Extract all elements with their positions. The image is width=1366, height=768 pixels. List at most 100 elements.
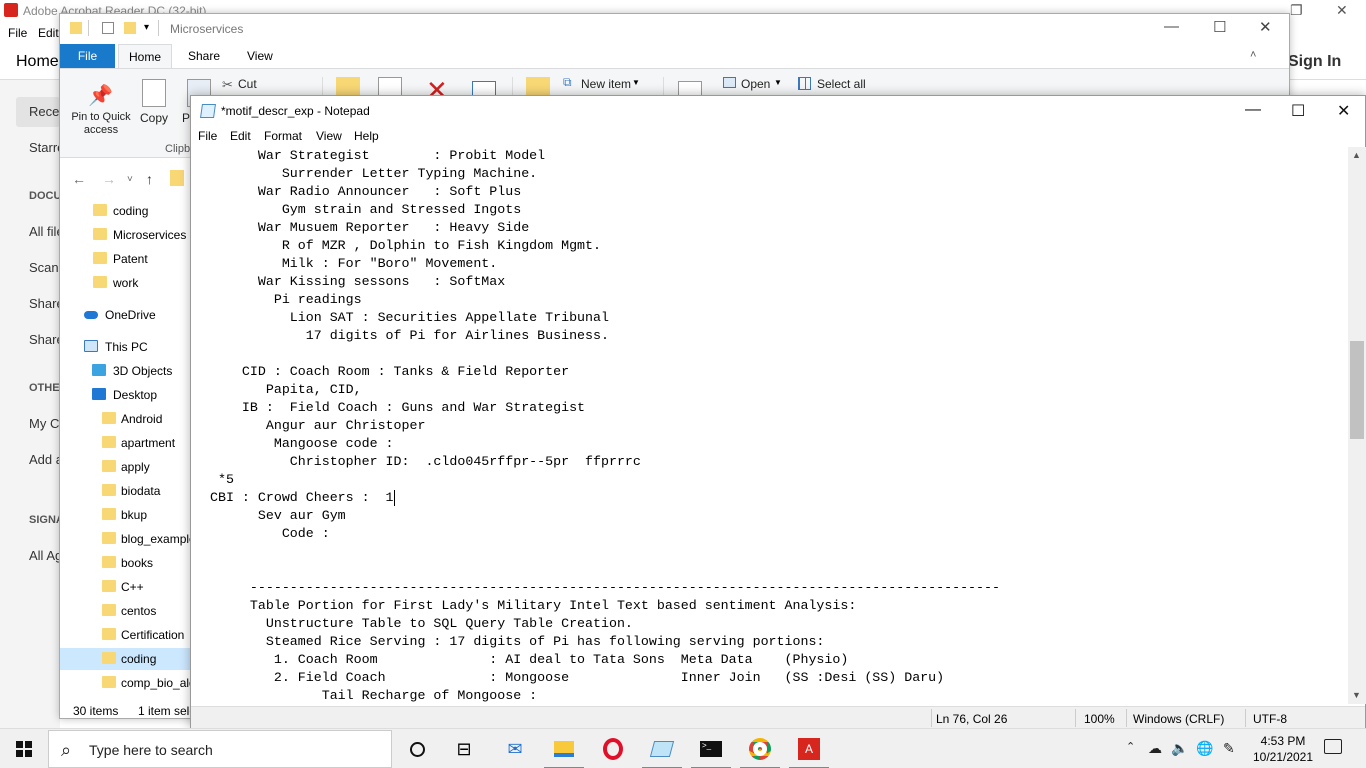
acrobat-menu-file[interactable]: File bbox=[8, 26, 27, 40]
menu-help[interactable]: Help bbox=[354, 129, 379, 143]
acrobat-home-tab[interactable]: Home bbox=[16, 53, 59, 71]
tree-item[interactable]: Desktop bbox=[60, 384, 191, 406]
explorer-maximize-button[interactable]: ☐ bbox=[1213, 18, 1226, 36]
tree-item[interactable]: comp_bio_algo bbox=[60, 672, 191, 694]
explorer-close-button[interactable]: ✕ bbox=[1259, 18, 1272, 36]
tree-item[interactable]: books bbox=[60, 552, 191, 574]
chevron-down-icon[interactable]: ▾ bbox=[144, 22, 149, 33]
windows-start-button[interactable] bbox=[16, 741, 32, 757]
menu-view[interactable]: View bbox=[316, 129, 342, 143]
acrobat-menu-edit[interactable]: Edit bbox=[38, 26, 59, 40]
text-editor-area[interactable]: War Strategist : Probit Model Surrender … bbox=[191, 147, 1348, 704]
open-icon bbox=[723, 77, 736, 88]
language-icon[interactable]: 🌐 bbox=[1196, 740, 1213, 757]
tree-item[interactable]: work bbox=[60, 272, 191, 294]
acrobat-close-button[interactable]: ✕ bbox=[1336, 2, 1348, 19]
acrobat-nav-add-account[interactable]: Add an account bbox=[29, 452, 60, 467]
tab-share[interactable]: Share bbox=[188, 49, 220, 63]
tree-item[interactable]: Microservices bbox=[60, 224, 191, 246]
acrobat-signin-button[interactable]: Sign In bbox=[1288, 53, 1341, 71]
network-icon[interactable]: ☁ bbox=[1148, 740, 1162, 757]
folder-icon bbox=[102, 652, 116, 664]
divider bbox=[158, 20, 159, 36]
notepad-maximize-button[interactable]: ☐ bbox=[1291, 101, 1305, 121]
taskbar-search-box[interactable]: ⌕ Type here to search bbox=[48, 730, 392, 768]
tree-item[interactable]: bkup bbox=[60, 504, 191, 526]
pen-icon[interactable]: ✎ bbox=[1223, 740, 1235, 757]
acrobat-taskbar-icon[interactable]: A bbox=[789, 735, 829, 768]
explorer-minimize-button[interactable]: — bbox=[1164, 18, 1179, 35]
cut-button[interactable]: Cut bbox=[238, 77, 257, 91]
notepad-window: *motif_descr_exp - Notepad — ☐ ✕ File Ed… bbox=[190, 95, 1366, 728]
menu-format[interactable]: Format bbox=[264, 129, 302, 143]
new-item-button[interactable]: New item bbox=[581, 77, 631, 91]
chevron-down-icon: ▼ bbox=[632, 78, 640, 87]
acrobat-nav-all-files[interactable]: All files bbox=[29, 224, 60, 239]
copy-button[interactable]: Copy bbox=[140, 111, 168, 125]
tab-file[interactable]: File bbox=[60, 44, 115, 68]
pin-to-quick-access-button[interactable]: Pin to Quick access bbox=[67, 111, 135, 137]
select-all-button[interactable]: Select all bbox=[817, 77, 866, 91]
pin-icon: 📌 bbox=[88, 85, 113, 107]
tree-item[interactable]: C++ bbox=[60, 576, 191, 598]
acrobat-nav-shared-by-others[interactable]: Shared by others bbox=[29, 332, 60, 347]
notepad-menubar: File Edit Format View Help bbox=[191, 126, 1365, 146]
tab-view[interactable]: View bbox=[247, 49, 273, 63]
tree-item[interactable]: Android bbox=[60, 408, 191, 430]
tree-item[interactable]: apartment bbox=[60, 432, 191, 454]
zoom-level: 100% bbox=[1084, 712, 1115, 726]
tree-item[interactable]: centos bbox=[60, 600, 191, 622]
tree-item[interactable]: This PC bbox=[60, 336, 191, 358]
open-button[interactable]: Open bbox=[741, 77, 770, 91]
up-arrow-icon[interactable]: ↑ bbox=[146, 171, 153, 187]
mail-icon[interactable]: ✉ bbox=[500, 735, 530, 763]
notepad-taskbar-icon[interactable] bbox=[642, 735, 682, 768]
chevron-up-icon[interactable]: ⌃ bbox=[1126, 740, 1135, 753]
menu-file[interactable]: File bbox=[198, 129, 217, 143]
chrome-icon[interactable] bbox=[740, 735, 780, 768]
acrobat-nav-my-computer[interactable]: My Computer bbox=[29, 416, 60, 431]
tree-item[interactable]: Patent bbox=[60, 248, 191, 270]
tree-item[interactable]: coding bbox=[60, 200, 191, 222]
acrobat-restore-button[interactable]: ❐ bbox=[1290, 2, 1303, 19]
tree-item[interactable]: coding bbox=[60, 648, 191, 670]
scrollbar-thumb[interactable] bbox=[1350, 341, 1364, 439]
tree-item[interactable]: apply bbox=[60, 456, 191, 478]
chevron-down-icon[interactable]: ˅ bbox=[127, 174, 133, 185]
tree-item-label: Patent bbox=[113, 252, 148, 266]
acrobat-nav-scans[interactable]: Scans bbox=[29, 260, 60, 275]
tree-item[interactable]: blog_examples bbox=[60, 528, 191, 550]
system-clock[interactable]: 4:53 PM 10/21/2021 bbox=[1250, 733, 1316, 765]
folder-icon bbox=[102, 508, 116, 520]
cortana-icon[interactable] bbox=[402, 735, 432, 763]
document-text[interactable]: War Strategist : Probit Model Surrender … bbox=[210, 147, 1056, 704]
notepad-close-button[interactable]: ✕ bbox=[1337, 101, 1350, 121]
volume-icon[interactable]: 🔈 bbox=[1171, 740, 1188, 757]
tab-home[interactable]: Home bbox=[118, 44, 172, 69]
tree-item[interactable]: 3D Objects bbox=[60, 360, 191, 382]
menu-edit[interactable]: Edit bbox=[230, 129, 251, 143]
terminal-icon[interactable]: >_ bbox=[691, 735, 731, 768]
acrobat-nav-starred[interactable]: Starred bbox=[29, 140, 60, 155]
tree-item[interactable]: biodata bbox=[60, 480, 191, 502]
notification-icon[interactable] bbox=[1324, 739, 1342, 754]
scroll-up-icon[interactable]: ▲ bbox=[1352, 150, 1361, 160]
scroll-down-icon[interactable]: ▼ bbox=[1352, 690, 1361, 700]
file-explorer-icon[interactable] bbox=[544, 735, 584, 768]
tree-item[interactable]: Certification bbox=[60, 624, 191, 646]
opera-icon[interactable] bbox=[598, 735, 628, 763]
tree-item[interactable]: OneDrive bbox=[60, 304, 191, 326]
notepad-minimize-button[interactable]: — bbox=[1245, 101, 1261, 119]
chevron-up-icon[interactable]: ˄ bbox=[1250, 49, 1256, 61]
forward-arrow-icon[interactable]: → bbox=[102, 171, 116, 187]
back-arrow-icon[interactable]: ← bbox=[72, 171, 86, 187]
acrobat-nav-all-agreements[interactable]: All Agreements bbox=[29, 548, 60, 563]
paste-button[interactable]: Paste bbox=[182, 111, 190, 125]
acrobat-nav-recent[interactable]: Recent bbox=[29, 104, 60, 119]
acrobat-nav-shared-by-you[interactable]: Shared by you bbox=[29, 296, 60, 311]
new-folder-icon[interactable] bbox=[124, 22, 136, 34]
vertical-scrollbar[interactable]: ▲ ▼ bbox=[1348, 147, 1366, 704]
tree-item-label: biodata bbox=[121, 484, 161, 498]
properties-icon[interactable] bbox=[102, 22, 114, 34]
task-view-icon[interactable]: ⊟ bbox=[449, 735, 479, 763]
